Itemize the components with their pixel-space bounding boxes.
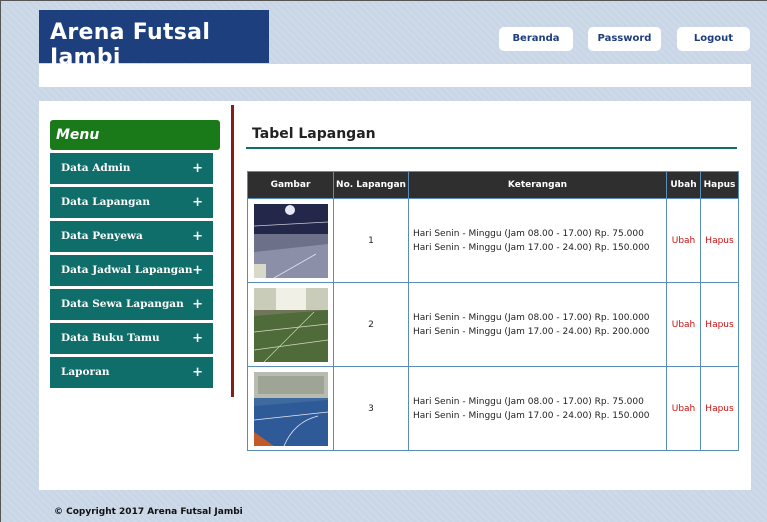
page-title: Tabel Lapangan xyxy=(252,126,376,142)
password-button[interactable]: Password xyxy=(588,27,661,51)
sidebar-item-data-jadwal-lapangan[interactable]: Data Jadwal Lapangan + xyxy=(50,255,213,286)
col-header-hapus: Hapus xyxy=(700,171,739,199)
sidebar-item-label: Data Admin xyxy=(61,162,131,174)
sidebar-item-label: Data Buku Tamu xyxy=(61,332,160,344)
plus-icon: + xyxy=(192,195,203,210)
cell-no-lapangan: 3 xyxy=(333,366,409,451)
plus-icon: + xyxy=(192,331,203,346)
col-header-keterangan: Keterangan xyxy=(408,171,667,199)
cell-keterangan: Hari Senin - Minggu (Jam 08.00 - 17.00) … xyxy=(408,282,667,367)
lapangan-table: Gambar No. Lapangan Keterangan Ubah Hapu… xyxy=(247,171,739,451)
table-header-row: Gambar No. Lapangan Keterangan Ubah Hapu… xyxy=(247,171,739,199)
cell-gambar xyxy=(247,198,334,283)
plus-icon: + xyxy=(192,365,203,380)
sidebar-item-data-admin[interactable]: Data Admin + xyxy=(50,153,213,184)
menu-header: Menu xyxy=(50,120,220,150)
plus-icon: + xyxy=(192,297,203,312)
ubah-link[interactable]: Ubah xyxy=(672,236,696,246)
plus-icon: + xyxy=(192,229,203,244)
sidebar-item-label: Laporan xyxy=(61,366,110,378)
ubah-link[interactable]: Ubah xyxy=(672,404,696,414)
col-header-no-lapangan: No. Lapangan xyxy=(333,171,409,199)
table-row: 1 Hari Senin - Minggu (Jam 08.00 - 17.00… xyxy=(247,198,739,283)
hapus-link[interactable]: Hapus xyxy=(705,404,733,414)
nav-strip xyxy=(39,64,751,87)
sidebar-item-data-sewa-lapangan[interactable]: Data Sewa Lapangan + xyxy=(50,289,213,320)
site-title: Arena Futsal Jambi xyxy=(50,20,211,70)
title-underline xyxy=(246,147,737,149)
sidebar-item-data-buku-tamu[interactable]: Data Buku Tamu + xyxy=(50,323,213,354)
col-header-gambar: Gambar xyxy=(247,171,334,199)
sidebar-item-label: Data Lapangan xyxy=(61,196,150,208)
footer-copyright: © Copyright 2017 Arena Futsal Jambi xyxy=(54,507,243,517)
beranda-button[interactable]: Beranda xyxy=(499,27,573,51)
sidebar-item-laporan[interactable]: Laporan + xyxy=(50,357,213,388)
cell-keterangan: Hari Senin - Minggu (Jam 08.00 - 17.00) … xyxy=(408,366,667,451)
keterangan-line: Hari Senin - Minggu (Jam 08.00 - 17.00) … xyxy=(413,312,650,323)
cell-hapus: Hapus xyxy=(700,366,739,451)
sidebar-divider xyxy=(231,105,234,397)
cell-keterangan: Hari Senin - Minggu (Jam 08.00 - 17.00) … xyxy=(408,198,667,283)
sidebar-item-label: Data Sewa Lapangan xyxy=(61,298,184,310)
keterangan-line: Hari Senin - Minggu (Jam 17.00 - 24.00) … xyxy=(413,242,650,253)
field-photo-1 xyxy=(253,203,328,278)
cell-no-lapangan: 1 xyxy=(333,198,409,283)
cell-gambar xyxy=(247,282,334,367)
cell-ubah: Ubah xyxy=(666,282,701,367)
keterangan-line: Hari Senin - Minggu (Jam 08.00 - 17.00) … xyxy=(413,228,644,239)
cell-hapus: Hapus xyxy=(700,198,739,283)
sidebar-item-data-lapangan[interactable]: Data Lapangan + xyxy=(50,187,213,218)
plus-icon: + xyxy=(192,263,203,278)
field-photo-2 xyxy=(253,287,328,362)
ubah-link[interactable]: Ubah xyxy=(672,320,696,330)
cell-ubah: Ubah xyxy=(666,198,701,283)
table-row: 2 Hari Senin - Minggu (Jam 08.00 - 17.00… xyxy=(247,282,739,367)
field-photo-3 xyxy=(253,371,328,446)
hapus-link[interactable]: Hapus xyxy=(705,320,733,330)
site-logo: Arena Futsal Jambi xyxy=(39,10,269,70)
sidebar-item-data-penyewa[interactable]: Data Penyewa + xyxy=(50,221,213,252)
hapus-link[interactable]: Hapus xyxy=(705,236,733,246)
keterangan-line: Hari Senin - Minggu (Jam 08.00 - 17.00) … xyxy=(413,396,644,407)
keterangan-line: Hari Senin - Minggu (Jam 17.00 - 24.00) … xyxy=(413,410,650,421)
table-row: 3 Hari Senin - Minggu (Jam 08.00 - 17.00… xyxy=(247,366,739,451)
logout-button[interactable]: Logout xyxy=(677,27,750,51)
cell-hapus: Hapus xyxy=(700,282,739,367)
col-header-ubah: Ubah xyxy=(666,171,701,199)
content-panel: Menu Data Admin + Data Lapangan + Data P… xyxy=(39,101,751,490)
sidebar-item-label: Data Jadwal Lapangan xyxy=(61,264,193,276)
cell-gambar xyxy=(247,366,334,451)
cell-ubah: Ubah xyxy=(666,366,701,451)
sidebar-item-label: Data Penyewa xyxy=(61,230,143,242)
keterangan-line: Hari Senin - Minggu (Jam 17.00 - 24.00) … xyxy=(413,326,650,337)
cell-no-lapangan: 2 xyxy=(333,282,409,367)
plus-icon: + xyxy=(192,161,203,176)
